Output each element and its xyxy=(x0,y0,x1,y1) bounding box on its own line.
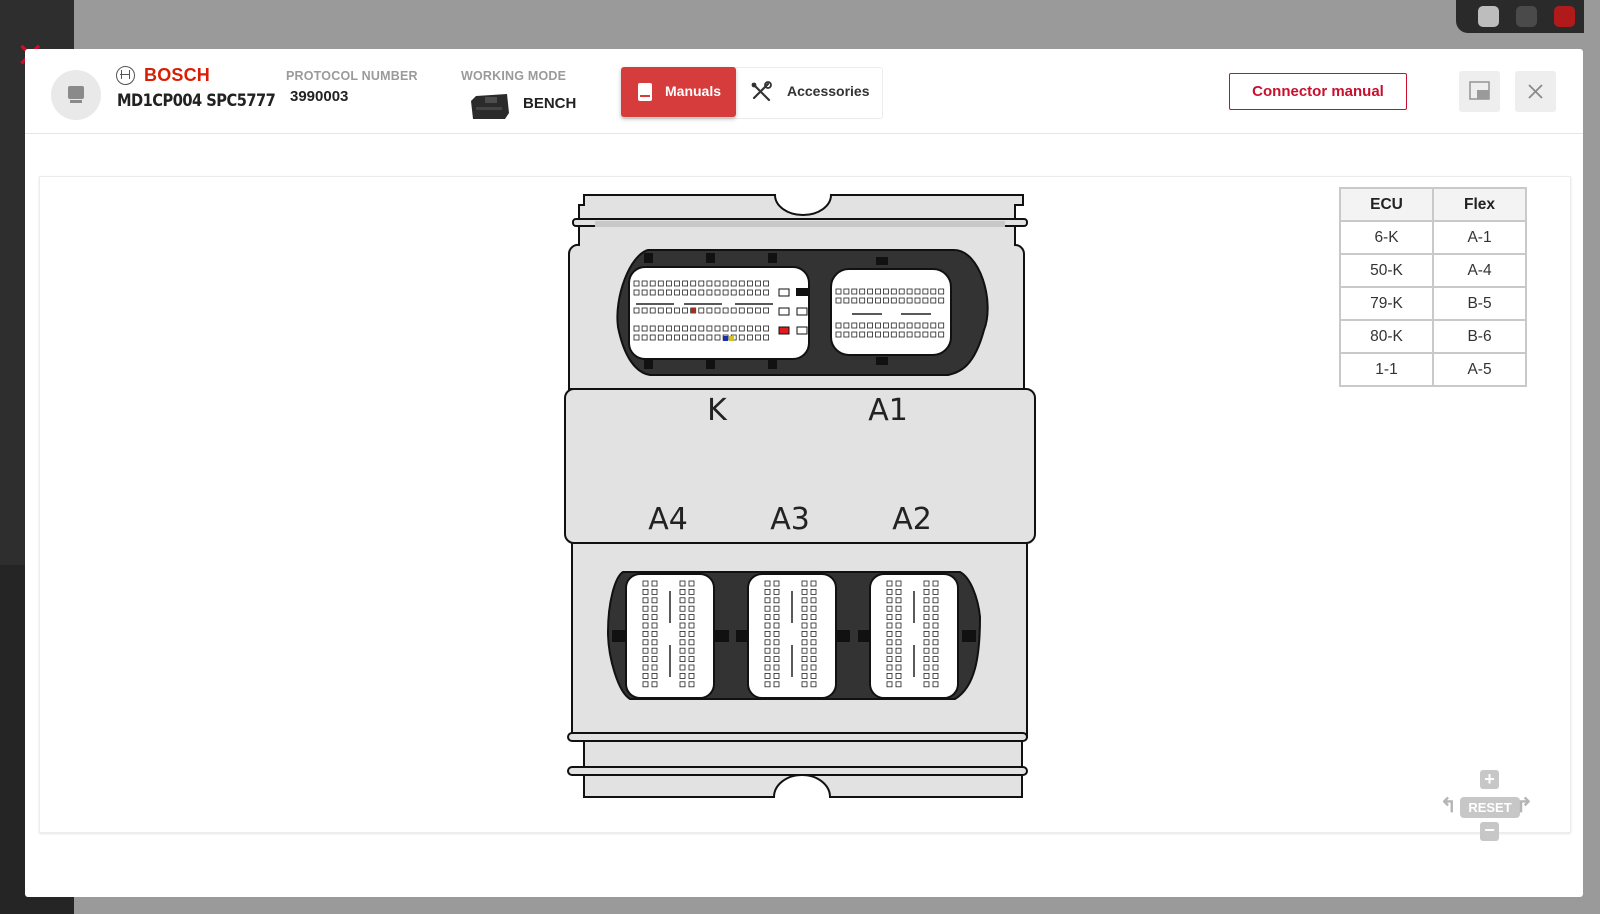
connector-label-a1: A1 xyxy=(868,393,908,428)
ecu-model: MD1CP004 SPC5777 xyxy=(117,91,276,111)
window-controls xyxy=(1456,0,1584,33)
connector-dialog: BOSCH MD1CP004 SPC5777 PROTOCOL NUMBER 3… xyxy=(25,49,1583,897)
ecu-bench-icon xyxy=(471,94,509,119)
table-row: 79-K B-5 xyxy=(1339,286,1527,321)
table-cell-flex: A-4 xyxy=(1432,253,1527,288)
zoom-controls: + ↰ RESET ↱ − xyxy=(1440,770,1533,842)
tab-manuals[interactable]: Manuals xyxy=(621,67,736,117)
table-cell-flex: A-1 xyxy=(1432,220,1527,255)
connector-label-a2: A2 xyxy=(892,502,932,537)
connector-label-a4: A4 xyxy=(648,502,688,537)
zoom-out-button[interactable]: − xyxy=(1480,821,1499,841)
tab-accessories-label: Accessories xyxy=(787,83,870,99)
table-cell-ecu: 1-1 xyxy=(1339,352,1434,387)
ecu-avatar xyxy=(51,70,101,120)
rotate-left-icon[interactable]: ↰ xyxy=(1440,793,1457,818)
tab-bar: Manuals Accessories xyxy=(621,67,883,119)
reset-button[interactable]: RESET xyxy=(1460,797,1520,818)
tab-manuals-label: Manuals xyxy=(665,83,722,99)
close-icon xyxy=(1528,84,1543,99)
mode-value: BENCH xyxy=(523,95,577,112)
zoom-in-button[interactable]: + xyxy=(1480,770,1499,789)
table-cell-flex: B-6 xyxy=(1432,319,1527,354)
table-row: 1-1 A-5 xyxy=(1339,352,1527,387)
tab-accessories[interactable]: Accessories xyxy=(736,68,881,116)
protocol-label: PROTOCOL NUMBER xyxy=(286,69,418,83)
dialog-header: BOSCH MD1CP004 SPC5777 PROTOCOL NUMBER 3… xyxy=(25,49,1583,134)
table-cell-flex: B-5 xyxy=(1432,286,1527,321)
bosch-logo-icon xyxy=(116,65,135,85)
protocol-value: 3990003 xyxy=(290,88,349,105)
maximize-button[interactable] xyxy=(1516,6,1537,27)
connector-k-pins xyxy=(633,280,769,341)
table-row: 50-K A-4 xyxy=(1339,253,1527,288)
table-row: 6-K A-1 xyxy=(1339,220,1527,255)
table-cell-flex: A-5 xyxy=(1432,352,1527,387)
connector-manual-button[interactable]: Connector manual xyxy=(1229,73,1407,110)
table-cell-ecu: 80-K xyxy=(1339,319,1434,354)
book-icon xyxy=(638,83,652,101)
diagram-panel: K A1 A4 A3 A2 ECU Flex 6-K A-1 50-K A-4 79… xyxy=(39,176,1571,841)
minimize-button[interactable] xyxy=(1478,6,1499,27)
connector-label-k: K xyxy=(707,393,728,428)
table-cell-ecu: 79-K xyxy=(1339,286,1434,321)
ecu-connector-diagram[interactable]: K A1 A4 A3 A2 xyxy=(40,177,1040,827)
brand: BOSCH xyxy=(116,64,210,86)
window-icon xyxy=(1469,81,1490,100)
table-cell-ecu: 6-K xyxy=(1339,220,1434,255)
ecu-chip-icon xyxy=(68,86,84,103)
brand-name: BOSCH xyxy=(144,64,211,85)
close-dialog-button[interactable] xyxy=(1515,71,1556,112)
table-header-ecu: ECU xyxy=(1339,187,1434,222)
mode-label: WORKING MODE xyxy=(461,69,567,83)
picture-in-picture-button[interactable] xyxy=(1459,71,1500,112)
table-cell-ecu: 50-K xyxy=(1339,253,1434,288)
rotate-right-icon[interactable]: ↱ xyxy=(1516,793,1533,818)
table-header-flex: Flex xyxy=(1432,187,1527,222)
table-row: 80-K B-6 xyxy=(1339,319,1527,354)
tools-icon xyxy=(751,81,772,102)
pinout-table: ECU Flex 6-K A-1 50-K A-4 79-K B-5 80-K B-6 … xyxy=(1339,187,1527,387)
close-window-button[interactable] xyxy=(1554,6,1575,27)
connector-label-a3: A3 xyxy=(770,502,810,537)
